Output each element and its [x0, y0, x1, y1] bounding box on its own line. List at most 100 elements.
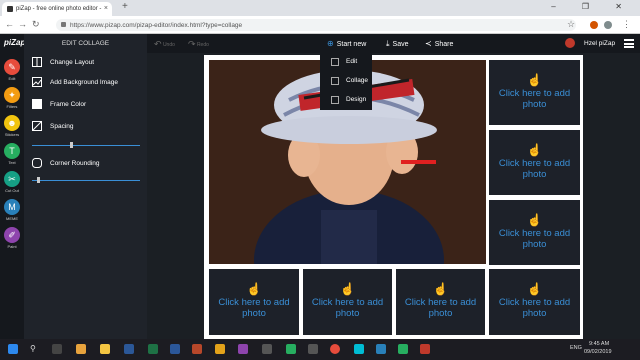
tool-label: Cut Out — [5, 188, 19, 193]
tool-paint[interactable]: ✐ Paint — [3, 227, 21, 249]
start-new-button[interactable]: ⊕ Start new — [327, 39, 366, 48]
window-controls[interactable]: – ❐ ✕ — [551, 2, 634, 11]
app-top-bar: piZap EDIT COLLAGE ↶ Undo ↷ Redo ⊕ Start … — [0, 34, 640, 53]
tool-text[interactable]: T Text — [3, 143, 21, 165]
new-tab-button[interactable]: + — [122, 1, 128, 12]
extension-icon[interactable] — [590, 21, 598, 29]
tool-icon: T — [4, 143, 20, 159]
illustrator-icon[interactable] — [215, 344, 225, 354]
redo-label: Redo — [196, 41, 209, 48]
chrome-icon[interactable] — [330, 344, 340, 354]
tab-close-icon[interactable]: × — [104, 5, 108, 12]
tool-stickers[interactable]: ☻ Stickers — [3, 115, 21, 137]
tool-label: Stickers — [4, 132, 20, 137]
plus-circle-icon: ⊕ — [327, 39, 334, 48]
spacing-slider-handle[interactable] — [69, 142, 73, 148]
hand-pointer-icon: ☝ — [527, 282, 542, 296]
redo-button[interactable]: ↷ Redo — [188, 39, 209, 50]
clock-time[interactable]: 9:45 AM — [589, 341, 609, 347]
spacing-slider[interactable] — [32, 145, 140, 146]
add-photo-text: Click here to add photo — [311, 297, 384, 319]
options-panel: Change Layout Add Background Image Frame… — [24, 53, 147, 339]
undo-icon: ↶ — [154, 39, 162, 49]
word-icon[interactable] — [170, 344, 180, 354]
save-label: Save — [392, 41, 409, 48]
tool-label: Edit — [8, 76, 16, 81]
background-image-icon — [32, 77, 42, 87]
hand-pointer-icon: ☝ — [340, 282, 355, 296]
app-icon-grey[interactable] — [262, 344, 272, 354]
edge-icon[interactable] — [76, 344, 86, 354]
start-new-dropdown: Edit Collage Design — [320, 53, 372, 110]
save-button[interactable]: ⤓ Save — [386, 39, 409, 49]
task-view-icon[interactable] — [52, 344, 62, 354]
profile-icon[interactable] — [604, 21, 612, 29]
hand-pointer-icon: ☝ — [246, 282, 262, 296]
add-photo-text: Click here to add photo — [498, 297, 571, 319]
corner-rounding-slider-handle[interactable] — [37, 177, 41, 183]
add-photo-text: Click here to add photo — [404, 297, 477, 319]
app-icon-dark[interactable] — [308, 344, 318, 354]
star-icon[interactable]: ☆ — [567, 19, 575, 30]
app-icon-purple[interactable] — [238, 344, 248, 354]
add-photo-text: Click here to add photo — [498, 228, 571, 250]
corner-rounding-slider[interactable] — [32, 180, 140, 181]
tool-icon: ✎ — [4, 59, 20, 75]
hand-pointer-icon: ☝ — [527, 213, 542, 227]
app-icon-green-2[interactable] — [398, 344, 408, 354]
browser-tab[interactable]: piZap - free online photo editor - × — [2, 2, 112, 16]
add-photo-text: Click here to add photo — [498, 88, 571, 110]
url-input[interactable]: https://www.pizap.com/pizap-editor/index… — [56, 19, 576, 31]
app-icon-cyan[interactable] — [354, 344, 364, 354]
back-icon[interactable]: ← — [5, 19, 14, 29]
tool-filters[interactable]: ✦ Filters — [3, 87, 21, 109]
username[interactable]: Hzel piZap — [584, 40, 615, 47]
pizap-favicon-icon — [7, 6, 13, 12]
empty-photo-cell[interactable]: ☝ Click here to add photo — [396, 269, 485, 335]
empty-photo-cell[interactable]: ☝ Click here to add photo — [209, 269, 299, 335]
empty-photo-cell[interactable]: ☝ Click here to add photo — [489, 60, 580, 125]
hand-pointer-icon: ☝ — [433, 282, 448, 296]
browser-menu-icon[interactable]: ⋮ — [622, 19, 631, 30]
tool-icon: ✦ — [4, 87, 20, 103]
dropdown-item-label: Collage — [346, 77, 369, 84]
hamburger-menu-icon[interactable] — [624, 39, 634, 48]
skype-icon[interactable] — [376, 344, 386, 354]
layout-icon — [32, 57, 42, 67]
tool-edit[interactable]: ✎ Edit — [3, 59, 21, 81]
start-new-label: Start new — [336, 41, 367, 48]
empty-photo-cell[interactable]: ☝ Click here to add photo — [489, 200, 580, 265]
powerpoint-icon[interactable] — [192, 344, 202, 354]
change-layout-option[interactable]: Change Layout — [50, 59, 94, 66]
add-photo-text: Click here to add photo — [498, 158, 571, 180]
clock-date[interactable]: 09/02/2019 — [584, 349, 612, 355]
undo-button[interactable]: ↶ Undo — [154, 39, 175, 50]
dropdown-item-edit[interactable]: Edit — [320, 53, 372, 72]
search-icon[interactable]: ⚲ — [30, 344, 36, 353]
file-explorer-icon[interactable] — [100, 344, 110, 354]
dropdown-item-design[interactable]: Design — [320, 91, 372, 110]
windows-start-icon[interactable] — [8, 344, 18, 354]
corner-rounding-icon — [32, 158, 42, 168]
address-bar: ← → ↻ https://www.pizap.com/pizap-editor… — [0, 16, 640, 34]
tool-meme[interactable]: M MEME — [3, 199, 21, 221]
share-button[interactable]: ≺ Share — [425, 39, 453, 48]
frame-color-option[interactable]: Frame Color — [50, 101, 86, 108]
forward-icon[interactable]: → — [18, 19, 27, 29]
empty-photo-cell[interactable]: ☝ Click here to add photo — [303, 269, 392, 335]
photoshop-icon[interactable] — [124, 344, 134, 354]
app-icon-green[interactable] — [286, 344, 296, 354]
tool-icon: ☻ — [4, 115, 20, 131]
app-icon-red[interactable] — [420, 344, 430, 354]
pizap-logo: piZap — [4, 38, 26, 47]
tool-cut-out[interactable]: ✂ Cut Out — [3, 171, 21, 193]
excel-icon[interactable] — [148, 344, 158, 354]
dropdown-item-collage[interactable]: Collage — [320, 72, 372, 91]
reload-icon[interactable]: ↻ — [32, 19, 40, 30]
avatar[interactable] — [565, 38, 575, 48]
add-background-option[interactable]: Add Background Image — [50, 79, 118, 86]
share-label: Share — [434, 41, 454, 48]
empty-photo-cell[interactable]: ☝ Click here to add photo — [489, 269, 580, 335]
language-indicator[interactable]: ENG — [570, 345, 582, 351]
empty-photo-cell[interactable]: ☝ Click here to add photo — [489, 130, 580, 195]
